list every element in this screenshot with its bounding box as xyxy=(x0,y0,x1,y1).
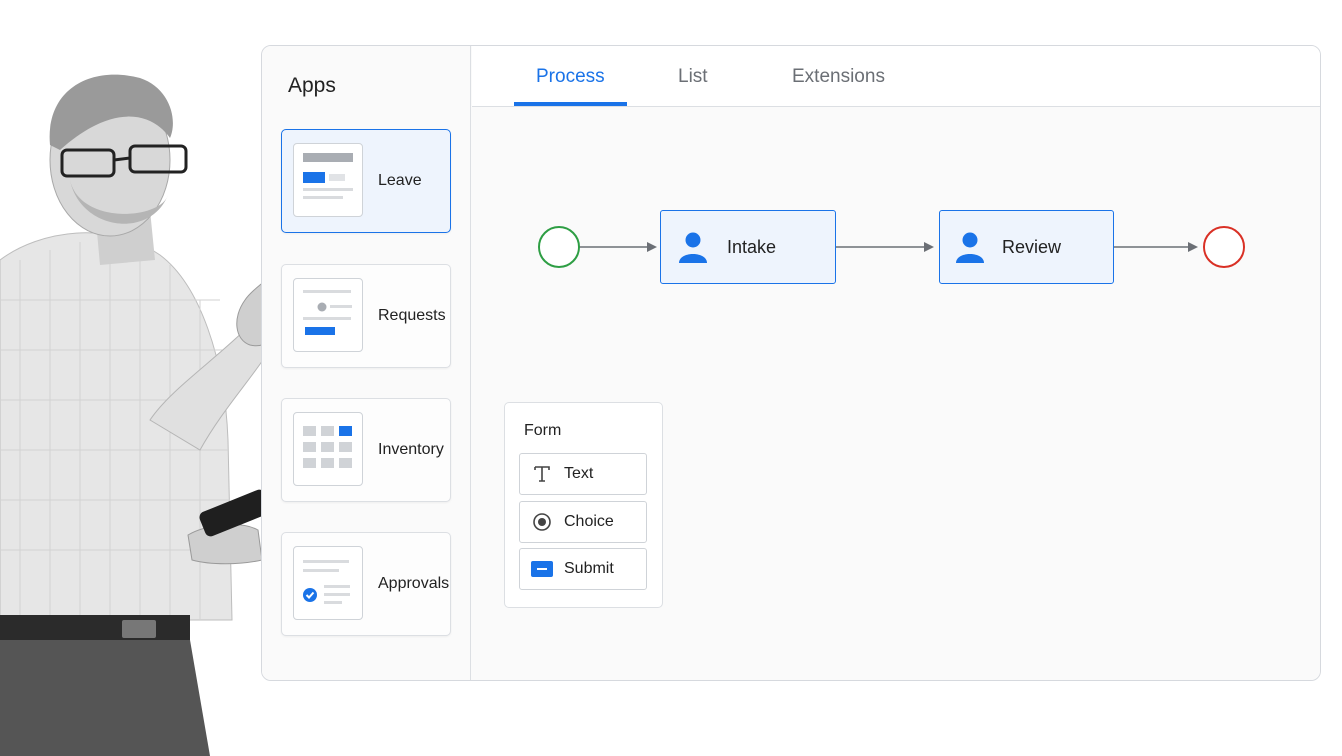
form-item-label-choice: Choice xyxy=(564,513,614,530)
task-label-intake: Intake xyxy=(727,236,777,257)
tab-list[interactable]: List xyxy=(678,66,708,88)
tab-process[interactable]: Process xyxy=(536,66,605,88)
start-event-circle[interactable] xyxy=(538,226,580,268)
form-item-label-submit: Submit xyxy=(564,560,614,577)
app-card-leave[interactable]: Leave xyxy=(281,129,451,233)
form-item-label-text: Text xyxy=(564,465,594,482)
requests-thumbnail xyxy=(293,278,363,352)
radio-icon xyxy=(520,512,564,532)
tab-extensions[interactable]: Extensions xyxy=(792,66,885,88)
app-label-leave: Leave xyxy=(378,172,422,189)
button-icon xyxy=(520,560,564,578)
process-connectors xyxy=(570,242,1198,252)
app-builder-window: Apps Leave Requests Inventory Approvals … xyxy=(261,45,1321,681)
user-icon xyxy=(679,232,707,263)
app-card-approvals[interactable]: Approvals xyxy=(281,532,451,636)
connector-arrowhead xyxy=(924,242,934,252)
apps-sidebar: Apps Leave Requests Inventory Approvals xyxy=(262,46,471,680)
app-label-approvals: Approvals xyxy=(378,575,450,592)
form-item-submit[interactable]: Submit xyxy=(519,548,647,590)
task-label-review: Review xyxy=(1002,236,1062,257)
approvals-thumbnail-icon xyxy=(303,560,350,604)
connector-arrowhead xyxy=(647,242,657,252)
app-label-inventory: Inventory xyxy=(378,441,444,458)
connector-arrowhead xyxy=(1188,242,1198,252)
main-panel: Process List Extensions Intake Review Fo… xyxy=(472,46,1320,680)
task-review[interactable]: Review xyxy=(939,210,1114,284)
inventory-grid-thumbnail xyxy=(293,412,363,486)
user-icon xyxy=(956,232,984,263)
form-item-choice[interactable]: Choice xyxy=(519,501,647,543)
leave-form-thumbnail xyxy=(293,143,363,217)
requests-thumbnail-icon xyxy=(303,290,352,335)
task-intake[interactable]: Intake xyxy=(660,210,836,284)
presenter-illustration xyxy=(0,74,290,756)
form-title: Form xyxy=(524,422,562,439)
form-palette: Form Text Choice Submit xyxy=(504,402,663,608)
inventory-thumbnail-icon xyxy=(303,426,352,468)
text-T-icon xyxy=(520,464,564,484)
process-canvas: Intake Review Form Text Choice Submit xyxy=(472,107,1320,680)
app-card-inventory[interactable]: Inventory xyxy=(281,398,451,502)
sidebar-title: Apps xyxy=(288,74,336,97)
app-label-requests: Requests xyxy=(378,307,446,324)
form-item-text[interactable]: Text xyxy=(519,453,647,495)
end-event-circle[interactable] xyxy=(1203,226,1245,268)
leave-thumbnail-icon xyxy=(303,153,353,199)
approvals-checklist-thumbnail xyxy=(293,546,363,620)
app-card-requests[interactable]: Requests xyxy=(281,264,451,368)
active-tab-indicator xyxy=(514,102,627,106)
tab-bar: Process List Extensions xyxy=(472,46,1320,107)
